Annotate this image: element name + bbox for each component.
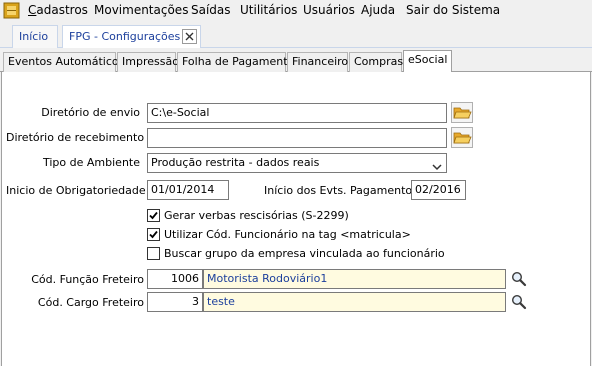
tab-compras[interactable]: Compras xyxy=(349,52,404,72)
tipo-ambiente-select[interactable]: Produção restrita - dados reais xyxy=(147,153,447,173)
checkbox-box[interactable] xyxy=(147,228,160,241)
chevron-down-icon xyxy=(432,159,442,171)
cod-funcao-freteiro-input[interactable]: 1006 xyxy=(147,269,203,289)
tipo-ambiente-label: Tipo de Ambiente xyxy=(43,156,140,169)
cod-cargo-freteiro-input[interactable]: 3 xyxy=(147,292,203,312)
diretorio-envio-label: Diretório de envio xyxy=(41,106,140,119)
magnifier-icon[interactable] xyxy=(511,294,527,310)
menu-utilitarios-label: Utilitários xyxy=(240,3,298,17)
checkbox-box[interactable] xyxy=(147,247,160,260)
menu-movimentacoes-label: Movimentações xyxy=(94,3,189,17)
close-icon[interactable] xyxy=(182,29,197,44)
folder-open-icon[interactable] xyxy=(451,102,473,123)
app-logo-icon[interactable] xyxy=(3,2,20,19)
magnifier-icon[interactable] xyxy=(511,271,527,287)
gerar-verbas-label: Gerar verbas rescisórias (S-2299) xyxy=(164,209,349,222)
menu-sair[interactable]: Sair do Sistema xyxy=(406,3,500,17)
tab-esocial-label: eSocial xyxy=(408,53,448,66)
diretorio-recebimento-input[interactable] xyxy=(147,128,447,148)
esocial-panel: Diretório de envio C:\e-Social Diretório… xyxy=(1,72,591,366)
tab-folha-de-pagamento-label: Folha de Pagamento xyxy=(182,55,295,68)
menubar: Cadastros Movimentações Saídas Utilitári… xyxy=(0,0,592,21)
menu-ajuda[interactable]: Ajuda xyxy=(361,3,395,17)
tab-esocial[interactable]: eSocial xyxy=(403,50,452,72)
menu-sair-label: Sair do Sistema xyxy=(406,3,501,17)
tab-fpg-configuracoes[interactable]: FPG - Configurações xyxy=(62,25,201,48)
tab-financeiro-label: Financeiro xyxy=(292,55,349,68)
inicio-obrigatoriedade-label: Inicio de Obrigatoriedade xyxy=(6,184,146,197)
diretorio-envio-input[interactable]: C:\e-Social xyxy=(147,103,447,123)
tipo-ambiente-value: Produção restrita - dados reais xyxy=(151,156,320,169)
inicio-evts-pagamento-input[interactable]: 02/2016 xyxy=(411,180,466,200)
folder-open-icon[interactable] xyxy=(451,127,473,148)
diretorio-recebimento-label: Diretório de recebimento xyxy=(6,131,145,144)
cod-cargo-freteiro-label: Cód. Cargo Freteiro xyxy=(37,296,144,309)
menu-ajuda-label: Ajuda xyxy=(361,3,396,17)
tab-eventos-automaticos[interactable]: Eventos Automáticos xyxy=(3,52,124,72)
tab-compras-label: Compras xyxy=(354,55,404,68)
menu-saidas[interactable]: Saídas xyxy=(191,3,231,17)
menu-saidas-label: Saídas xyxy=(191,3,231,17)
menu-cadastros-label: adastros xyxy=(36,3,88,17)
checkbox-box[interactable] xyxy=(147,209,160,222)
tab-folha-de-pagamento[interactable]: Folha de Pagamento xyxy=(177,52,294,72)
menu-usuarios-label: Usuários xyxy=(303,3,355,17)
cargo-freteiro-description: teste xyxy=(203,292,506,312)
utilizar-cod-funcionario-checkbox[interactable]: Utilizar Cód. Funcionário na tag <matric… xyxy=(147,227,411,242)
inicio-evts-pagamento-label: Início dos Evts. Pagamento xyxy=(264,184,413,197)
tab-impressao[interactable]: Impressão xyxy=(117,52,179,72)
inicio-obrigatoriedade-input[interactable]: 01/01/2014 xyxy=(147,180,229,200)
tab-financeiro[interactable]: Financeiro xyxy=(287,52,348,72)
gerar-verbas-checkbox[interactable]: Gerar verbas rescisórias (S-2299) xyxy=(147,208,387,223)
tab-inicio[interactable]: Início xyxy=(12,25,58,48)
tab-eventos-automaticos-label: Eventos Automáticos xyxy=(8,55,125,68)
buscar-grupo-label: Buscar grupo da empresa vinculada ao fun… xyxy=(164,247,445,260)
funcao-freteiro-description: Motorista Rodoviário1 xyxy=(203,269,506,289)
cod-funcao-freteiro-label: Cód. Função Freteiro xyxy=(31,273,144,286)
utilizar-cod-funcionario-label: Utilizar Cód. Funcionário na tag <matric… xyxy=(164,228,411,241)
buscar-grupo-checkbox[interactable]: Buscar grupo da empresa vinculada ao fun… xyxy=(147,246,447,261)
menu-movimentacoes[interactable]: Movimentações xyxy=(94,3,188,17)
tab-impressao-label: Impressão xyxy=(122,55,179,68)
menu-cadastros[interactable]: Cadastros xyxy=(28,3,88,17)
menu-usuarios[interactable]: Usuários xyxy=(303,3,355,17)
settings-tabs: Eventos Automáticos Impressão Folha de P… xyxy=(0,48,592,72)
menu-utilitarios[interactable]: Utilitários xyxy=(240,3,297,17)
tab-inicio-label: Início xyxy=(19,30,49,43)
tab-fpg-configuracoes-label: FPG - Configurações xyxy=(69,30,181,43)
document-tabstrip: Início FPG - Configurações xyxy=(0,21,592,48)
